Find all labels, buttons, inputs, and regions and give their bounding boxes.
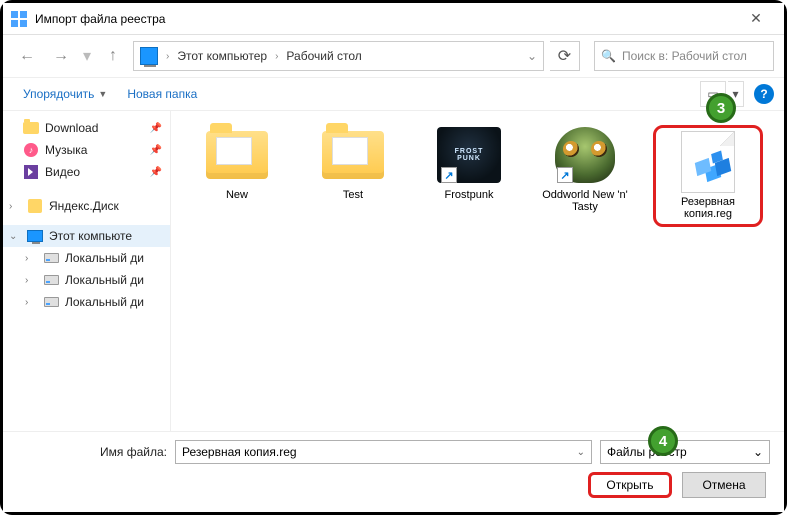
highlight-step-3: Резервная копия.reg bbox=[653, 125, 763, 227]
file-label: Test bbox=[343, 189, 363, 201]
titlebar: Импорт файла реестра ✕ bbox=[3, 3, 784, 35]
app-icon: ↗ bbox=[549, 125, 621, 185]
chevron-down-icon[interactable]: ⌄ bbox=[753, 445, 763, 459]
cancel-button[interactable]: Отмена bbox=[682, 472, 766, 498]
search-input[interactable]: 🔍 Поиск в: Рабочий стол bbox=[594, 41, 774, 71]
file-label: Резервная копия.reg bbox=[660, 196, 756, 220]
folder-icon bbox=[23, 120, 39, 136]
organize-menu[interactable]: Упорядочить ▼ bbox=[13, 83, 117, 105]
sidebar-item-disk3[interactable]: › Локальный ди bbox=[3, 291, 170, 313]
pin-icon: 📌 bbox=[150, 145, 162, 156]
sidebar-item-thispc[interactable]: ⌄ Этот компьюте bbox=[3, 225, 170, 247]
up-button[interactable]: ↑ bbox=[99, 42, 127, 70]
sidebar-item-disk1[interactable]: › Локальный ди bbox=[3, 247, 170, 269]
recent-dropdown[interactable]: ▾ bbox=[81, 42, 93, 70]
sidebar-item-label: Download bbox=[45, 121, 98, 135]
filename-label: Имя файла: bbox=[17, 445, 167, 459]
step-badge-4: 4 bbox=[648, 426, 678, 456]
chevron-down-icon: ▼ bbox=[98, 89, 107, 99]
file-item-test[interactable]: Test bbox=[305, 125, 401, 201]
pc-icon bbox=[140, 47, 158, 65]
filename-input[interactable]: Резервная копия.reg ⌄ bbox=[175, 440, 592, 464]
drive-icon bbox=[43, 272, 59, 288]
chevron-down-icon[interactable]: ⌄ bbox=[577, 447, 585, 458]
pin-icon: 📌 bbox=[150, 123, 162, 134]
shortcut-icon: ↗ bbox=[441, 167, 457, 183]
breadcrumb-folder[interactable]: Рабочий стол bbox=[286, 49, 361, 63]
organize-label: Упорядочить bbox=[23, 87, 94, 101]
sidebar-item-label: Музыка bbox=[45, 143, 87, 157]
pin-icon: 📌 bbox=[150, 167, 162, 178]
expand-icon[interactable]: › bbox=[9, 201, 19, 212]
file-label: Oddworld New 'n' Tasty bbox=[537, 189, 633, 213]
sidebar-item-video[interactable]: Видео 📌 bbox=[3, 161, 170, 183]
sidebar-item-download[interactable]: Download 📌 bbox=[3, 117, 170, 139]
search-icon: 🔍 bbox=[601, 49, 616, 63]
expand-icon[interactable]: › bbox=[25, 253, 35, 264]
music-icon: ♪ bbox=[23, 142, 39, 158]
chevron-icon: › bbox=[166, 51, 169, 62]
sidebar-item-music[interactable]: ♪ Музыка 📌 bbox=[3, 139, 170, 161]
file-label: Frostpunk bbox=[445, 189, 494, 201]
help-button[interactable]: ? bbox=[754, 84, 774, 104]
video-icon bbox=[23, 164, 39, 180]
filename-value: Резервная копия.reg bbox=[182, 445, 297, 459]
sidebar-item-label: Видео bbox=[45, 165, 80, 179]
file-item-reg[interactable]: Резервная копия.reg bbox=[660, 132, 756, 220]
app-icon: FROSTPUNK ↗ bbox=[433, 125, 505, 185]
back-button[interactable]: ← bbox=[13, 42, 41, 70]
file-item-oddworld[interactable]: ↗ Oddworld New 'n' Tasty bbox=[537, 125, 633, 213]
new-folder-button[interactable]: Новая папка bbox=[117, 83, 207, 105]
file-item-frostpunk[interactable]: FROSTPUNK ↗ Frostpunk bbox=[421, 125, 517, 201]
sidebar: Download 📌 ♪ Музыка 📌 Видео 📌 › Яндекс.Д… bbox=[3, 111, 171, 431]
address-dropdown[interactable]: ⌄ bbox=[527, 49, 537, 63]
toolbar: Упорядочить ▼ Новая папка ▭ ▾ ? bbox=[3, 77, 784, 111]
window-title: Импорт файла реестра bbox=[35, 12, 736, 26]
step-badge-3: 3 bbox=[706, 93, 736, 123]
address-bar[interactable]: › Этот компьютер › Рабочий стол ⌄ bbox=[133, 41, 544, 71]
forward-button[interactable]: → bbox=[47, 42, 75, 70]
file-label: New bbox=[226, 189, 248, 201]
drive-icon bbox=[43, 250, 59, 266]
open-button[interactable]: Открыть bbox=[588, 472, 672, 498]
nav-row: ← → ▾ ↑ › Этот компьютер › Рабочий стол … bbox=[3, 35, 784, 77]
yandex-icon bbox=[27, 198, 43, 214]
expand-icon[interactable]: › bbox=[25, 275, 35, 286]
sidebar-item-label: Локальный ди bbox=[65, 273, 144, 287]
sidebar-item-disk2[interactable]: › Локальный ди bbox=[3, 269, 170, 291]
folder-icon bbox=[317, 125, 389, 185]
sidebar-item-label: Яндекс.Диск bbox=[49, 199, 119, 213]
drive-icon bbox=[43, 294, 59, 310]
sidebar-item-yandex[interactable]: › Яндекс.Диск bbox=[3, 195, 170, 217]
close-button[interactable]: ✕ bbox=[736, 10, 776, 27]
shortcut-icon: ↗ bbox=[557, 167, 573, 183]
search-placeholder: Поиск в: Рабочий стол bbox=[622, 49, 747, 63]
expand-icon[interactable]: › bbox=[25, 297, 35, 308]
collapse-icon[interactable]: ⌄ bbox=[9, 231, 19, 242]
file-area[interactable]: New Test FROSTPUNK ↗ Frostpunk ↗ Oddworl… bbox=[171, 111, 784, 431]
breadcrumb-pc[interactable]: Этот компьютер bbox=[177, 49, 267, 63]
sidebar-item-label: Локальный ди bbox=[65, 295, 144, 309]
pc-icon bbox=[27, 228, 43, 244]
folder-icon bbox=[201, 125, 273, 185]
refresh-button[interactable]: ⟳ bbox=[550, 41, 580, 71]
sidebar-item-label: Этот компьюте bbox=[49, 229, 132, 243]
app-icon bbox=[11, 11, 27, 27]
file-item-new[interactable]: New bbox=[189, 125, 285, 201]
reg-file-icon bbox=[672, 132, 744, 192]
chevron-icon: › bbox=[275, 51, 278, 62]
sidebar-item-label: Локальный ди bbox=[65, 251, 144, 265]
filetype-filter[interactable]: Файлы реестр ⌄ bbox=[600, 440, 770, 464]
